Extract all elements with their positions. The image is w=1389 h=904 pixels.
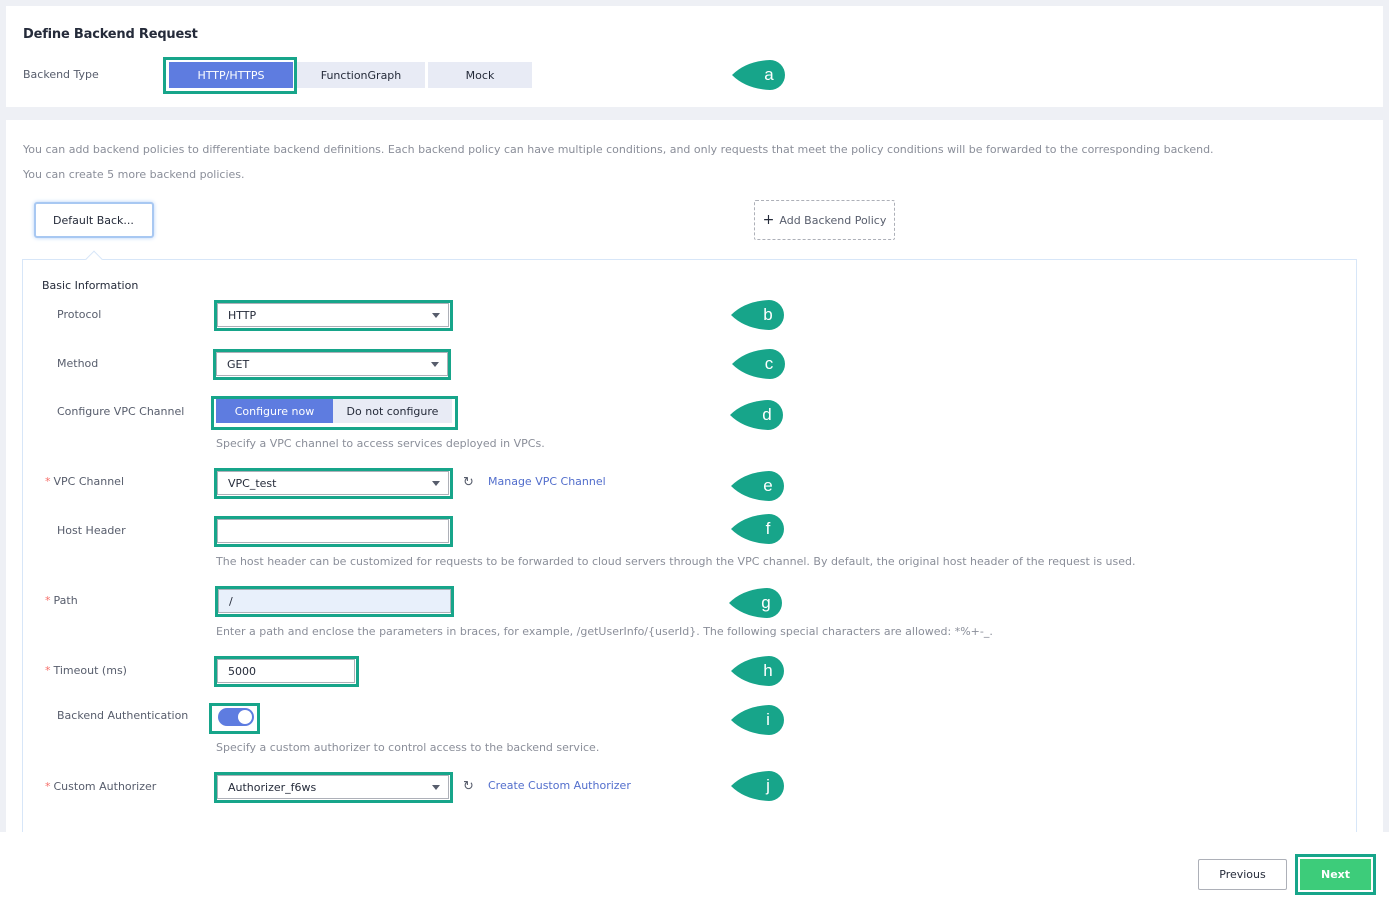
callout-letter: f — [765, 519, 771, 538]
backend-auth-label: Backend Authentication — [57, 709, 188, 722]
callout-c: c — [732, 348, 786, 380]
vpc-config-label-text: Configure VPC Channel — [57, 405, 185, 418]
custom-authorizer-label: * Custom Authorizer — [45, 780, 157, 793]
callout-letter: g — [761, 593, 771, 612]
chevron-down-icon — [432, 313, 440, 318]
callout-g: g — [729, 587, 783, 619]
host-header-label: Host Header — [57, 524, 126, 537]
backend-type-mock[interactable]: Mock — [428, 62, 532, 88]
timeout-input[interactable]: 5000 — [217, 659, 355, 683]
create-custom-authorizer-link[interactable]: Create Custom Authorizer — [488, 779, 631, 792]
host-header-hint: The host header can be customized for re… — [216, 555, 1136, 568]
configure-now-option[interactable]: Configure now — [216, 399, 333, 423]
toggle-knob — [238, 710, 252, 724]
vpc-config-label: Configure VPC Channel — [57, 405, 184, 418]
callout-h: h — [731, 655, 785, 687]
callout-letter: i — [766, 710, 770, 729]
required-marker: * — [45, 780, 51, 793]
path-label-text: Path — [53, 594, 78, 607]
backend-auth-label-text: Backend Authentication — [57, 709, 189, 722]
backend-request-card: Define Backend Request Backend Type HTTP… — [6, 6, 1383, 107]
callout-letter: c — [764, 354, 774, 373]
callout-letter: j — [766, 776, 770, 795]
refresh-icon[interactable]: ↻ — [463, 779, 474, 794]
tab-default-backend[interactable]: Default Back... — [34, 202, 154, 238]
required-marker: * — [45, 664, 51, 677]
policy-info-text: You can add backend policies to differen… — [23, 143, 1214, 156]
chevron-down-icon — [432, 785, 440, 790]
callout-letter: b — [763, 305, 773, 324]
callout-letter: h — [763, 661, 773, 680]
custom-authorizer-value: Authorizer_f6ws — [228, 780, 317, 794]
required-marker: * — [45, 475, 51, 488]
chevron-down-icon — [432, 481, 440, 486]
callout-a: a — [732, 59, 786, 91]
add-backend-policy-button[interactable]: + Add Backend Policy — [754, 200, 895, 240]
callout-f: f — [731, 513, 785, 545]
vpc-channel-select[interactable]: VPC_test — [217, 471, 449, 495]
vpc-config-hint: Specify a VPC channel to access services… — [216, 437, 545, 450]
add-backend-policy-label: Add Backend Policy — [779, 213, 887, 227]
do-not-configure-option[interactable]: Do not configure — [333, 399, 452, 423]
path-label: * Path — [45, 594, 78, 607]
backend-type-label: Backend Type — [23, 68, 99, 81]
method-value: GET — [227, 357, 250, 371]
vpc-channel-label: * VPC Channel — [45, 475, 125, 488]
required-marker: * — [45, 594, 51, 607]
vpc-channel-value: VPC_test — [228, 476, 277, 490]
custom-authorizer-label-text: Custom Authorizer — [53, 780, 157, 793]
callout-j: j — [731, 770, 785, 802]
callout-b: b — [731, 299, 785, 331]
plus-icon: + — [762, 212, 775, 228]
backend-definition-card: You can add backend policies to differen… — [6, 120, 1383, 859]
path-hint: Enter a path and enclose the parameters … — [216, 625, 993, 638]
custom-authorizer-select[interactable]: Authorizer_f6ws — [217, 775, 449, 799]
previous-button[interactable]: Previous — [1198, 859, 1287, 890]
path-input[interactable]: / — [218, 589, 451, 613]
vpc-channel-label-text: VPC Channel — [53, 475, 125, 488]
method-label-text: Method — [57, 357, 99, 370]
host-header-label-text: Host Header — [57, 524, 126, 537]
host-header-input[interactable] — [217, 519, 449, 543]
next-button[interactable]: Next — [1300, 859, 1371, 890]
callout-letter: e — [763, 476, 773, 495]
protocol-select[interactable]: HTTP — [217, 303, 449, 327]
backend-type-http[interactable]: HTTP/HTTPS — [169, 62, 293, 88]
policy-count-text: You can create 5 more backend policies. — [23, 168, 245, 181]
method-label: Method — [57, 357, 98, 370]
page-title: Define Backend Request — [23, 27, 198, 42]
section-basic-information: Basic Information — [42, 279, 139, 292]
callout-d: d — [730, 399, 784, 431]
manage-vpc-channel-link[interactable]: Manage VPC Channel — [488, 475, 606, 488]
timeout-label: * Timeout (ms) — [45, 664, 127, 677]
method-select[interactable]: GET — [216, 352, 448, 376]
footer-bar: Previous Next — [0, 832, 1389, 904]
callout-e: e — [731, 470, 785, 502]
backend-type-functiongraph[interactable]: FunctionGraph — [297, 62, 425, 88]
protocol-label: Protocol — [57, 308, 101, 321]
backend-auth-toggle[interactable] — [218, 708, 254, 726]
callout-letter: a — [764, 65, 774, 84]
protocol-value: HTTP — [228, 308, 257, 322]
timeout-label-text: Timeout (ms) — [53, 664, 127, 677]
protocol-label-text: Protocol — [57, 308, 102, 321]
chevron-down-icon — [431, 362, 439, 367]
backend-auth-hint: Specify a custom authorizer to control a… — [216, 741, 600, 754]
refresh-icon[interactable]: ↻ — [463, 475, 474, 490]
callout-letter: d — [762, 405, 772, 424]
callout-i: i — [731, 704, 785, 736]
